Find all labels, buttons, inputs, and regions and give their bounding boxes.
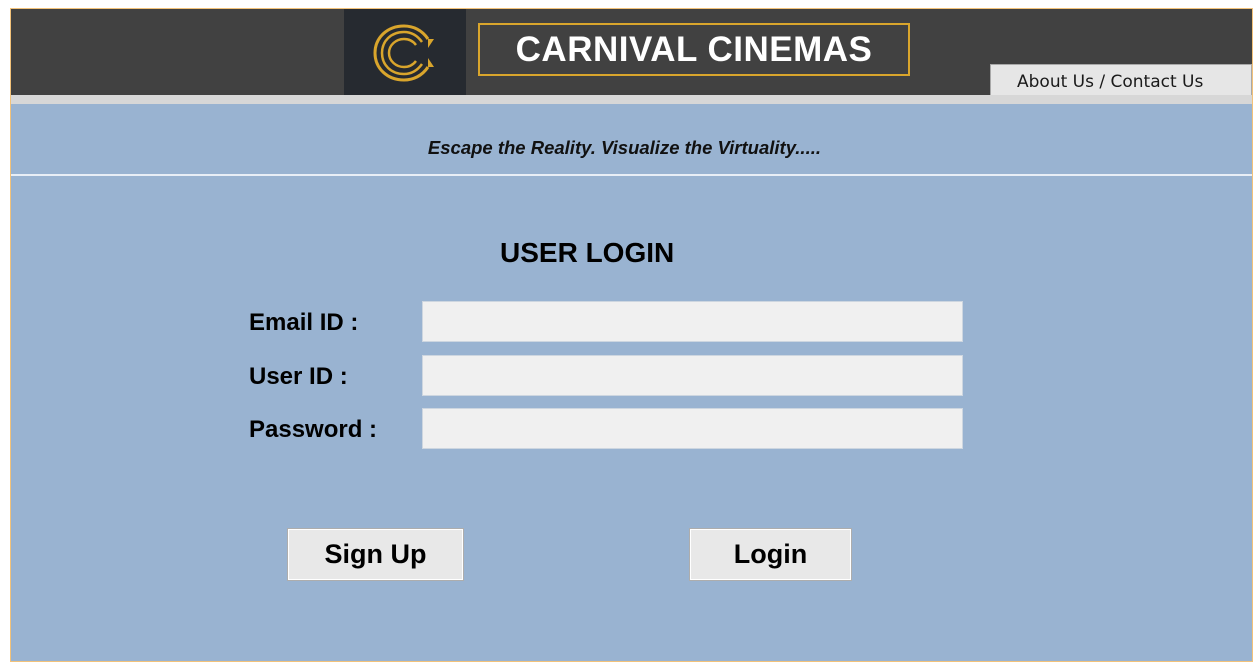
tagline: Escape the Reality. Visualize the Virtua…: [427, 137, 821, 158]
email-label: Email ID :: [249, 309, 359, 336]
header-bar: CARNIVAL CINEMAS About Us / Contact Us: [11, 9, 1252, 98]
page-frame: CARNIVAL CINEMAS About Us / Contact Us E…: [10, 8, 1253, 662]
about-contact-link[interactable]: About Us / Contact Us: [990, 64, 1252, 98]
brand-title: CARNIVAL CINEMAS: [478, 23, 910, 76]
login-button[interactable]: Login: [689, 528, 852, 581]
carnival-c-logo-icon: [373, 24, 434, 82]
password-field[interactable]: [422, 408, 963, 449]
email-field[interactable]: [422, 301, 963, 342]
login-title: USER LOGIN: [500, 237, 675, 268]
header-divider: [11, 95, 1252, 104]
user-id-label: User ID :: [249, 363, 348, 390]
user-id-field[interactable]: [422, 355, 963, 396]
section-divider: [11, 174, 1252, 176]
logo: [344, 9, 466, 95]
signup-button[interactable]: Sign Up: [287, 528, 464, 581]
password-label: Password :: [249, 416, 378, 443]
